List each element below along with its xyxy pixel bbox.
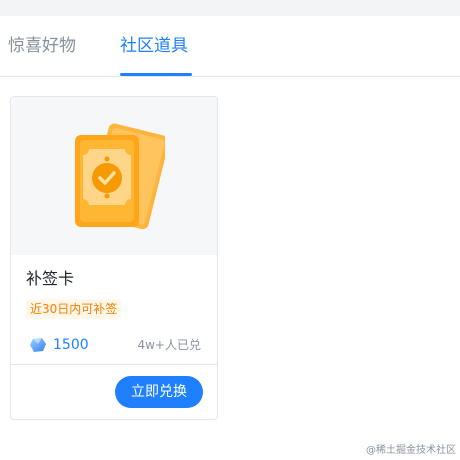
- tab-surprise-goods[interactable]: 惊喜好物: [8, 34, 76, 58]
- price-value: 1500: [53, 337, 89, 353]
- price-row: 1500: [29, 333, 89, 357]
- tab-community-props[interactable]: 社区道具: [120, 34, 188, 58]
- watermark: @稀土掘金技术社区: [366, 445, 456, 456]
- top-bar: [0, 0, 460, 16]
- product-tag: 近30日内可补签: [26, 299, 122, 319]
- card-divider: [11, 364, 217, 365]
- product-title: 补签卡: [26, 269, 75, 288]
- tab-bar: 惊喜好物 社区道具: [0, 16, 460, 77]
- active-tab-indicator: [120, 73, 192, 76]
- sign-card-icon: [75, 123, 165, 230]
- product-card[interactable]: 补签卡 近30日内可补签 1500 4w+人已兑 立即兑换: [10, 96, 218, 420]
- exchanged-count: 4w+人已兑: [137, 338, 201, 352]
- redeem-button[interactable]: 立即兑换: [115, 376, 203, 408]
- ore-icon: [30, 338, 46, 352]
- product-image: [11, 97, 217, 255]
